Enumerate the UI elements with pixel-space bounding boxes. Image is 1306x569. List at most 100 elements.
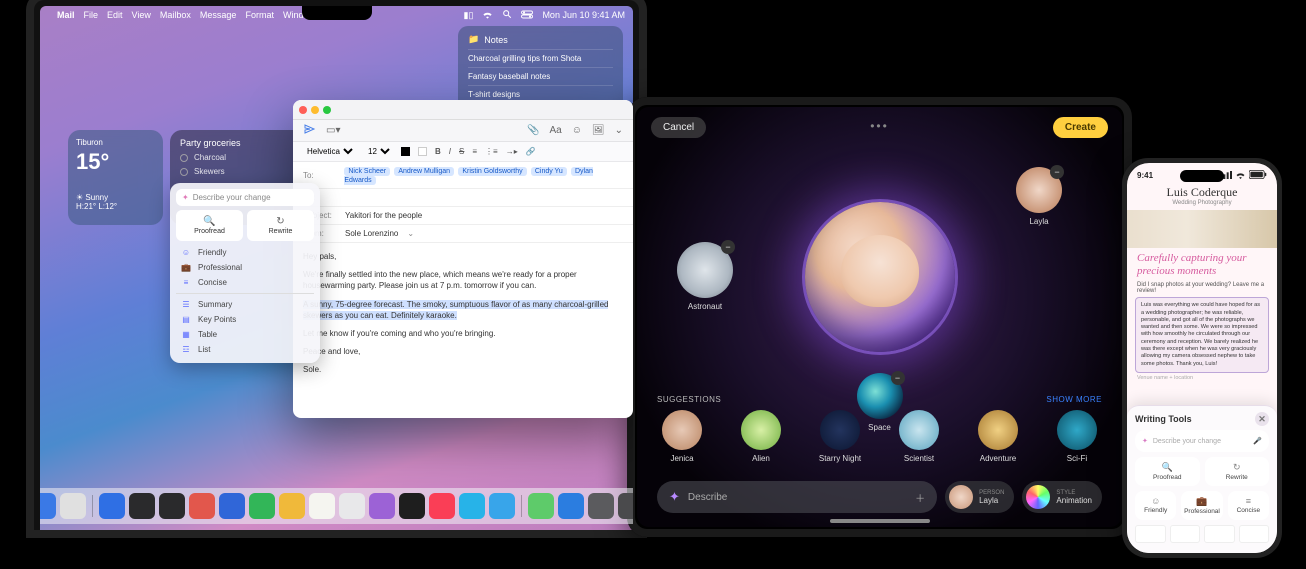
dock-app[interactable] (588, 493, 614, 519)
link-button[interactable]: 🔗 (526, 147, 536, 156)
recipient-token[interactable]: Andrew Mulligan (394, 167, 454, 176)
note-row[interactable]: Charcoal grilling tips from Shota (468, 49, 613, 67)
remove-icon[interactable]: − (721, 240, 735, 254)
emoji-icon[interactable]: ☺ (572, 125, 582, 136)
create-button[interactable]: Create (1053, 117, 1108, 138)
transform-summary[interactable]: ☰Summary (176, 297, 314, 312)
checkbox-icon[interactable] (180, 168, 188, 176)
reminder-item[interactable]: Charcoal (180, 153, 310, 162)
indent-button[interactable]: →▸ (506, 147, 518, 156)
menu-message[interactable]: Message (200, 10, 237, 20)
dock-app[interactable] (429, 493, 455, 519)
transform-list[interactable]: ☲List (176, 342, 314, 357)
tone-professional[interactable]: 💼Professional (176, 260, 314, 275)
person-tag[interactable]: PERSONLayla (945, 481, 1014, 513)
review-textarea[interactable]: Luis was everything we could have hoped … (1135, 297, 1269, 372)
suggestion-item[interactable]: Sci-Fi (1052, 410, 1102, 463)
dock-app[interactable] (129, 493, 155, 519)
remove-icon[interactable]: − (891, 371, 905, 385)
italic-button[interactable]: I (449, 147, 451, 156)
dock-app[interactable] (459, 493, 485, 519)
send-icon[interactable] (303, 123, 316, 138)
to-row[interactable]: To: Nick Scheer Andrew Mulligan Kristin … (293, 162, 633, 189)
bold-button[interactable]: B (435, 147, 441, 156)
from-value[interactable]: Sole Lorenzino (345, 229, 398, 238)
dock-app[interactable] (60, 493, 86, 519)
recipient-token[interactable]: Kristin Goldsworthy (458, 167, 526, 176)
strike-button[interactable]: S (459, 147, 464, 156)
align-button[interactable]: ≡ (472, 147, 477, 156)
dock-app[interactable] (528, 493, 554, 519)
dock-app[interactable] (309, 493, 335, 519)
header-menu-icon[interactable]: ▭▾ (326, 125, 340, 136)
close-icon[interactable] (299, 106, 307, 114)
suggestion-item[interactable]: Alien (736, 410, 786, 463)
concise-button[interactable]: ≡Concise (1228, 491, 1269, 520)
style-tag[interactable]: STYLEAnimation (1022, 481, 1102, 513)
proofread-button[interactable]: 🔍Proofread (176, 210, 243, 241)
from-row[interactable]: From:Sole Lorenzino⌄ (293, 225, 633, 243)
note-row[interactable]: Fantasy baseball notes (468, 67, 613, 85)
menu-file[interactable]: File (84, 10, 99, 20)
wifi-icon[interactable] (482, 10, 493, 21)
preview-thumb[interactable] (1204, 525, 1235, 543)
battery-icon[interactable]: ▮▯ (464, 10, 474, 21)
describe-change-field[interactable]: ✦ Describe your change 🎤 (1135, 430, 1269, 452)
mail-body[interactable]: Hey pals, We're finally settled into the… (293, 243, 633, 391)
clock[interactable]: Mon Jun 10 9:41 AM (542, 10, 625, 20)
cc-row[interactable]: Cc: (293, 189, 633, 207)
menu-format[interactable]: Format (245, 10, 274, 20)
app-menu[interactable]: Mail (57, 10, 75, 20)
menu-edit[interactable]: Edit (107, 10, 123, 20)
show-more-link[interactable]: SHOW MORE (1046, 395, 1102, 404)
friendly-button[interactable]: ☺Friendly (1135, 491, 1176, 520)
bg-color-swatch[interactable] (418, 147, 427, 156)
window-titlebar[interactable] (293, 100, 633, 120)
subject-row[interactable]: Subject:Yakitori for the people (293, 207, 633, 225)
close-icon[interactable]: ✕ (1255, 412, 1269, 426)
minimize-icon[interactable] (311, 106, 319, 114)
remove-icon[interactable]: − (1050, 165, 1064, 179)
plus-icon[interactable]: ＋ (915, 490, 925, 505)
suggestion-item[interactable]: Scientist (894, 410, 944, 463)
rewrite-button[interactable]: ↻Rewrite (247, 210, 314, 241)
preview-thumb[interactable] (1135, 525, 1166, 543)
preview-thumb[interactable] (1239, 525, 1270, 543)
cancel-button[interactable]: Cancel (651, 117, 706, 138)
dock-app[interactable] (618, 493, 634, 519)
notes-widget[interactable]: 📁Notes Charcoal grilling tips from Shota… (458, 26, 623, 111)
dock-app[interactable] (369, 493, 395, 519)
dock-app[interactable] (339, 493, 365, 519)
zoom-icon[interactable] (323, 106, 331, 114)
mic-icon[interactable]: 🎤 (1253, 437, 1262, 445)
preview-thumb[interactable] (1170, 525, 1201, 543)
recipient-token[interactable]: Cindy Yu (531, 167, 567, 176)
tone-concise[interactable]: ≡Concise (176, 275, 314, 290)
menu-view[interactable]: View (132, 10, 151, 20)
concept-layla[interactable]: − Layla (1016, 167, 1062, 213)
chevron-down-icon[interactable]: ⌄ (615, 125, 623, 136)
menu-mailbox[interactable]: Mailbox (160, 10, 191, 20)
text-color-swatch[interactable] (401, 147, 410, 156)
transform-keypoints[interactable]: ▤Key Points (176, 312, 314, 327)
dock-app[interactable] (489, 493, 515, 519)
canvas-stage[interactable]: − Astronaut − Layla − Space (647, 147, 1112, 397)
tone-friendly[interactable]: ☺Friendly (176, 245, 314, 260)
dock-app[interactable] (99, 493, 125, 519)
search-icon[interactable] (502, 9, 512, 21)
describe-field[interactable]: ✦ Describe ＋ (657, 481, 937, 513)
dock-app[interactable] (249, 493, 275, 519)
dock-app[interactable] (558, 493, 584, 519)
suggestion-item[interactable]: Starry Night (815, 410, 865, 463)
dock-app[interactable] (399, 493, 425, 519)
attach-icon[interactable]: 📎 (527, 125, 539, 136)
suggestion-item[interactable]: Jenica (657, 410, 707, 463)
describe-change-field[interactable]: ✦ Describe your change (176, 189, 314, 206)
subject-value[interactable]: Yakitori for the people (345, 211, 422, 220)
dock-app[interactable] (159, 493, 185, 519)
transform-table[interactable]: ▦Table (176, 327, 314, 342)
proofread-button[interactable]: 🔍Proofread (1135, 457, 1200, 486)
size-select[interactable]: 12 (364, 146, 393, 157)
checkbox-icon[interactable] (180, 154, 188, 162)
bullet-button[interactable]: ⋮≡ (485, 147, 498, 156)
